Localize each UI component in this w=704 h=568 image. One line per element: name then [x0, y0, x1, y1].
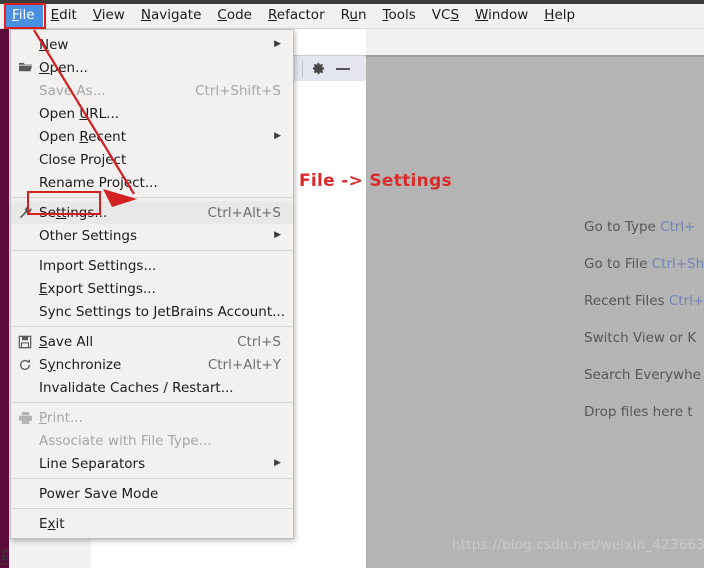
menu-item-power-save-mode[interactable]: Power Save Mode	[11, 482, 293, 505]
menu-item-sync-settings-to-jetbrains-account[interactable]: Sync Settings to JetBrains Account...	[11, 300, 293, 323]
menu-item-other-settings[interactable]: Other Settings ▶	[11, 224, 293, 247]
menu-item-rename-project[interactable]: Rename Project...	[11, 171, 293, 194]
editor-hint-shortcut: Ctrl+Sh	[651, 256, 704, 272]
menu-item-shortcut: Ctrl+S	[237, 333, 281, 350]
watermark: https://blog.csdn.net/weixin_42366378	[452, 537, 704, 553]
folder-icon	[11, 61, 39, 74]
editor-hint-text: Search Everywhe	[584, 367, 701, 383]
editor-hint-row: Go to Type Ctrl+	[584, 219, 704, 235]
menu-item-label: Open...	[39, 59, 88, 76]
gear-icon[interactable]	[310, 61, 326, 77]
sync-icon	[11, 358, 39, 372]
menubar-item-vcs[interactable]: VCS	[424, 5, 467, 27]
menu-item-settings[interactable]: Settings... Ctrl+Alt+S	[11, 201, 293, 224]
menubar-item-navigate[interactable]: Navigate	[133, 5, 210, 27]
menu-item-label: Import Settings...	[39, 257, 157, 274]
menubar-item-help[interactable]: Help	[536, 5, 583, 27]
printer-icon	[11, 411, 39, 425]
editor-hint-shortcut: Ctrl+	[668, 293, 704, 309]
editor-hint-shortcut: Ctrl+	[660, 219, 696, 235]
menu-item-open[interactable]: Open...	[11, 56, 293, 79]
menu-item-label: Settings...	[39, 204, 108, 221]
editor-hint-row: Go to File Ctrl+Sh	[584, 256, 704, 272]
menu-item-label: Synchronize	[39, 356, 122, 373]
menu-item-new[interactable]: New ▶	[11, 33, 293, 56]
editor-tab-strip	[366, 29, 704, 55]
editor-hint-row: Switch View or K	[584, 330, 704, 346]
editor-hints-list: Go to Type Ctrl+ Go to File Ctrl+Sh Recent…	[584, 219, 704, 441]
annotation-caption: File -> Settings	[299, 171, 452, 191]
chevron-right-icon: ▶	[274, 458, 281, 468]
toolbar-divider	[302, 60, 303, 77]
menu-item-label: Close Project	[39, 151, 127, 168]
menubar-item-edit[interactable]: Edit	[43, 5, 85, 27]
menu-separator	[11, 478, 293, 479]
menu-item-exit[interactable]: Exit	[11, 512, 293, 535]
chevron-right-icon: ▶	[274, 131, 281, 141]
menu-item-open-url[interactable]: Open URL...	[11, 102, 293, 125]
menu-separator	[11, 402, 293, 403]
editor-hint-text: Go to File	[584, 256, 652, 272]
menu-item-label: Power Save Mode	[39, 485, 159, 502]
menu-item-label: Rename Project...	[39, 174, 158, 191]
menubar: File Edit View Navigate Code Refactor Run Tools…	[0, 4, 704, 29]
editor-hint-text: Recent Files	[584, 293, 669, 309]
chevron-right-icon: ▶	[274, 230, 281, 240]
menu-item-label: Open Recent	[39, 128, 127, 145]
menu-item-label: Line Separators	[39, 455, 146, 472]
menu-item-shortcut: Ctrl+Alt+Y	[207, 356, 281, 373]
ide-window: File Edit View Navigate Code Refactor Run Tools…	[0, 0, 704, 568]
menu-item-close-project[interactable]: Close Project	[11, 148, 293, 171]
menu-item-import-settings[interactable]: Import Settings...	[11, 254, 293, 277]
editor-hint-text: Go to Type	[584, 219, 661, 235]
menu-item-label: Sync Settings to JetBrains Account...	[39, 303, 286, 320]
chevron-right-icon: ▶	[274, 39, 281, 49]
editor-hint-text: Switch View or K	[584, 330, 697, 346]
wrench-icon	[11, 205, 39, 220]
menu-separator	[11, 326, 293, 327]
menu-item-label: Other Settings	[39, 227, 137, 244]
menubar-item-view[interactable]: View	[85, 5, 133, 27]
menu-item-associate-with-file-type: Associate with File Type...	[11, 429, 293, 452]
menu-separator	[11, 250, 293, 251]
menu-item-label: Open URL...	[39, 105, 120, 122]
menubar-item-run[interactable]: Run	[333, 5, 375, 27]
left-accent-rail	[0, 29, 9, 568]
editor-hint-row: Search Everywhe	[584, 367, 704, 383]
editor-hint-text: Drop files here t	[584, 404, 693, 420]
menu-item-invalidate-caches-restart[interactable]: Invalidate Caches / Restart...	[11, 376, 293, 399]
menubar-item-code[interactable]: Code	[209, 5, 260, 27]
menu-item-label: Invalidate Caches / Restart...	[39, 379, 234, 396]
editor-hint-row: Drop files here t	[584, 404, 704, 420]
menu-item-shortcut: Ctrl+Alt+S	[207, 204, 282, 221]
menubar-item-file[interactable]: File	[4, 5, 43, 27]
menu-item-save-all[interactable]: Save All Ctrl+S	[11, 330, 293, 353]
tool-window-header	[284, 55, 366, 81]
editor-top-shadow	[366, 55, 704, 57]
menu-item-label: Exit	[39, 515, 65, 532]
minimize-icon[interactable]	[336, 67, 350, 70]
menubar-item-window[interactable]: Window	[467, 5, 536, 27]
menu-item-label: Associate with File Type...	[39, 432, 212, 449]
menu-item-label: Print...	[39, 409, 83, 426]
save-icon	[11, 335, 39, 349]
menu-item-shortcut: Ctrl+Shift+S	[195, 82, 281, 99]
editor-hint-row: Recent Files Ctrl+	[584, 293, 704, 309]
menu-separator	[11, 197, 293, 198]
menu-item-open-recent[interactable]: Open Recent ▶	[11, 125, 293, 148]
menu-item-label: Save As...	[39, 82, 106, 99]
menu-item-save-as: Save As... Ctrl+Shift+S	[11, 79, 293, 102]
menu-item-label: Save All	[39, 333, 94, 350]
menu-item-line-separators[interactable]: Line Separators ▶	[11, 452, 293, 475]
file-dropdown-menu: New ▶ Open... Save As... Ctrl+Shift+S Open UR…	[10, 29, 294, 539]
menu-item-label: New	[39, 36, 69, 53]
menu-item-label: Export Settings...	[39, 280, 156, 297]
menu-item-print: Print...	[11, 406, 293, 429]
menubar-item-refactor[interactable]: Refactor	[260, 5, 333, 27]
menu-item-synchronize[interactable]: Synchronize Ctrl+Alt+Y	[11, 353, 293, 376]
menu-separator	[11, 508, 293, 509]
menubar-item-tools[interactable]: Tools	[375, 5, 424, 27]
menu-item-export-settings[interactable]: Export Settings...	[11, 277, 293, 300]
